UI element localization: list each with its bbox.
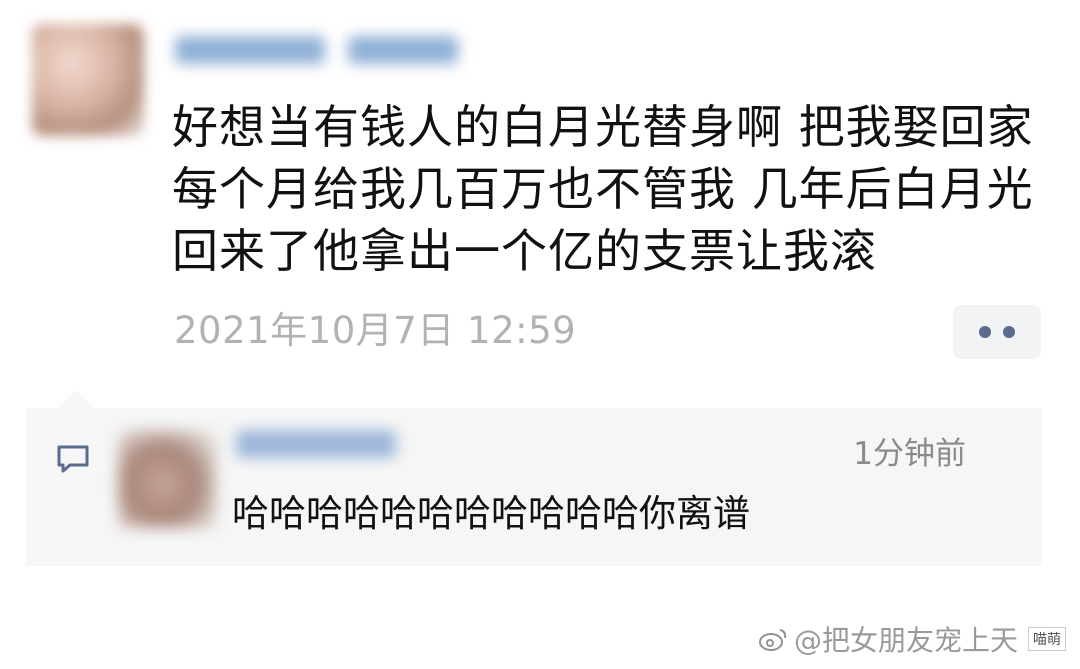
moments-screenshot: 好想当有钱人的白月光替身啊 把我娶回家 每个月给我几百万也不管我 几年后白月光 …: [0, 0, 1080, 669]
comment-time: 1分钟前: [853, 436, 966, 472]
comment-icon: [57, 445, 89, 473]
poster-name-blurred[interactable]: [175, 30, 475, 70]
commenter-avatar[interactable]: [118, 430, 216, 528]
commenter-name-blurred[interactable]: [236, 424, 406, 464]
post-timestamp: 2021年10月7日 12:59: [174, 309, 577, 352]
post-text-line: 每个月给我几百万也不管我 几年后白月光: [172, 162, 1034, 216]
post-text-line: 好想当有钱人的白月光替身啊 把我娶回家: [172, 100, 1034, 154]
post-text-line: 回来了他拿出一个亿的支票让我滚: [172, 224, 877, 278]
weibo-watermark: @把女朋友宠上天 喵萌: [758, 619, 1066, 659]
poster-avatar[interactable]: [32, 24, 144, 136]
more-options-button[interactable]: [953, 305, 1041, 359]
site-watermark: 喵萌: [1028, 627, 1066, 651]
more-dots-icon: [1003, 326, 1015, 338]
weibo-icon: [758, 629, 787, 651]
comment-area-caret: [58, 390, 94, 408]
more-dots-icon: [979, 326, 991, 338]
post-text: 好想当有钱人的白月光替身啊 把我娶回家 每个月给我几百万也不管我 几年后白月光 …: [172, 96, 1062, 282]
comment-text: 哈哈哈哈哈哈哈哈哈哈哈你离谱: [232, 492, 750, 535]
watermark-text: @把女朋友宠上天: [793, 624, 1018, 657]
